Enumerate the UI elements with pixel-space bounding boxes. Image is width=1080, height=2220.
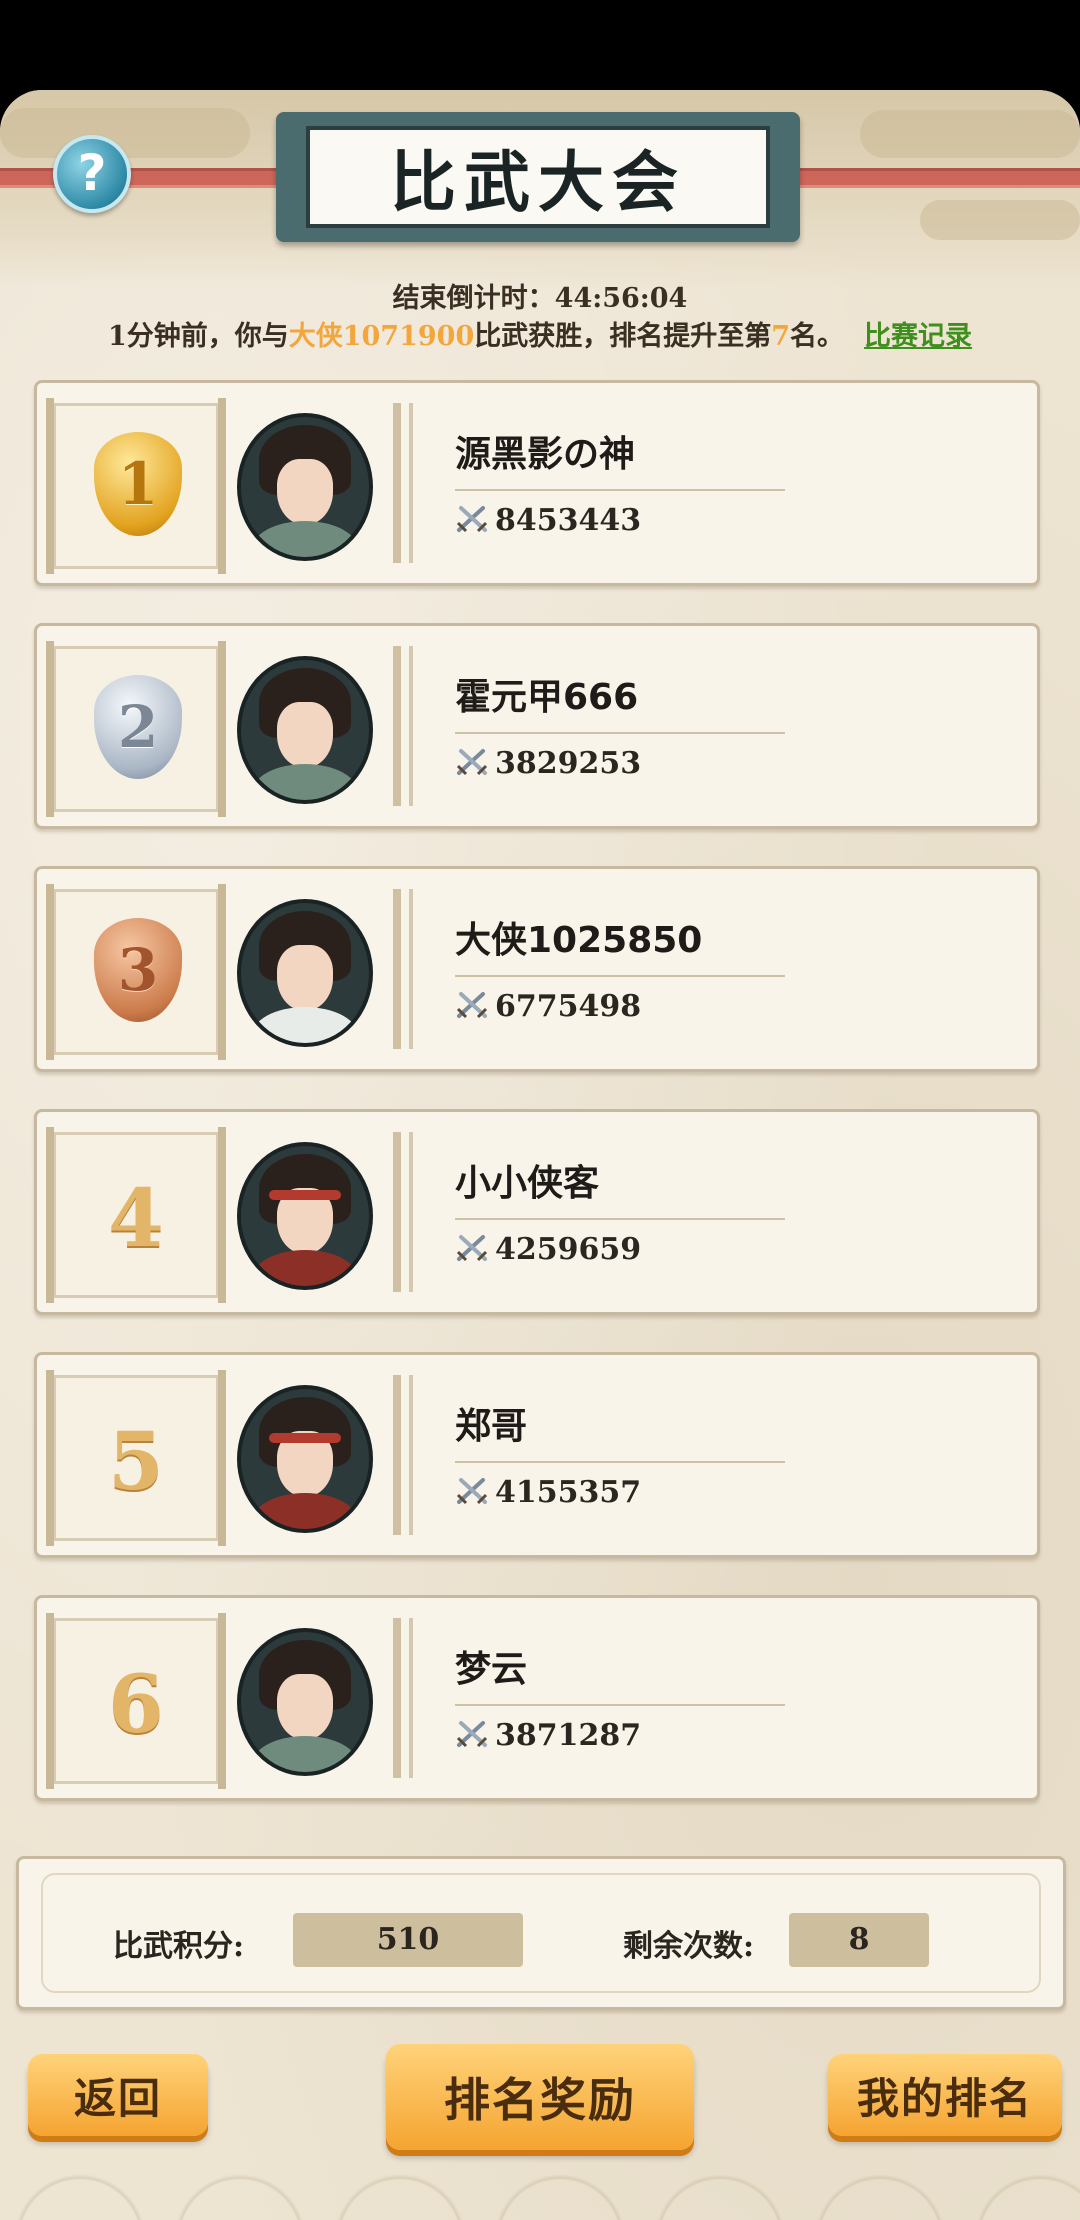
- player-name: 源黑影の神: [455, 434, 636, 475]
- rank-medal-icon: 2: [94, 675, 182, 779]
- player-avatar[interactable]: [237, 1142, 373, 1290]
- combat-power-value: 3829253: [495, 746, 642, 781]
- rank-frame: 6: [46, 1613, 226, 1789]
- cloud-decoration: [0, 108, 250, 158]
- rank-number: 6: [108, 1657, 164, 1751]
- msg-rank: 7: [771, 321, 791, 352]
- divider: [455, 1461, 785, 1463]
- msg-suffix: 名。: [790, 321, 845, 352]
- player-avatar[interactable]: [237, 1628, 373, 1776]
- title-plaque: 比武大会: [276, 112, 800, 242]
- player-row: 5 郑哥 4155357 比武: [34, 1352, 1040, 1558]
- combat-power-value: 6775498: [495, 989, 642, 1024]
- question-mark-icon[interactable]: ?: [53, 135, 131, 213]
- rank-number: 3: [117, 936, 159, 1004]
- rank-number: 4: [108, 1171, 164, 1265]
- combat-power: 4155357: [455, 1475, 641, 1510]
- player-avatar[interactable]: [237, 656, 373, 804]
- stats-bar: 比武积分: 510 剩余次数: 8: [16, 1856, 1066, 2010]
- player-info: 源黑影の神 8453443 比武: [393, 403, 1013, 563]
- points-label: 比武积分:: [113, 1929, 245, 1964]
- divider: [455, 732, 785, 734]
- crossed-swords-icon: [456, 749, 488, 776]
- player-avatar[interactable]: [237, 899, 373, 1047]
- points-value: 510: [293, 1913, 523, 1967]
- crossed-swords-icon: [456, 1235, 488, 1262]
- rank-medal-icon: 1: [94, 432, 182, 536]
- rank-frame: 5: [46, 1370, 226, 1546]
- player-name: 郑哥: [455, 1406, 528, 1447]
- remaining-label: 剩余次数:: [623, 1929, 755, 1964]
- rank-number: 1: [117, 450, 159, 518]
- divider: [455, 489, 785, 491]
- divider: [455, 975, 785, 977]
- msg-prefix: 1分钟前，你与: [107, 321, 289, 352]
- player-info: 大侠1025850 6775498 比武: [393, 889, 1013, 1049]
- player-avatar[interactable]: [237, 1385, 373, 1533]
- rank-number: 2: [117, 693, 159, 761]
- page-title: 比武大会: [390, 144, 686, 221]
- crossed-swords-icon: [456, 1721, 488, 1748]
- player-info: 郑哥 4155357 比武: [393, 1375, 1013, 1535]
- arena-panel: ? 比武大会 结束倒计时：44:56:04 1分钟前，你与大侠1071900比武…: [0, 90, 1080, 2220]
- my-rank-button[interactable]: 我的排名: [828, 2054, 1062, 2136]
- divider: [455, 1704, 785, 1706]
- cloud-decoration: [920, 200, 1080, 240]
- player-row: 2 霍元甲666 3829253 比武: [34, 623, 1040, 829]
- rank-number: 5: [108, 1414, 164, 1508]
- rank-rewards-button[interactable]: 排名奖励: [386, 2044, 694, 2150]
- player-info: 梦云 3871287 比武: [393, 1618, 1013, 1778]
- player-avatar[interactable]: [237, 413, 373, 561]
- player-info: 霍元甲666 3829253 比武: [393, 646, 1013, 806]
- match-record-link[interactable]: 比赛记录: [864, 321, 972, 352]
- msg-opponent: 大侠1071900: [288, 321, 475, 352]
- combat-power-value: 4259659: [495, 1232, 642, 1267]
- combat-power: 3871287: [455, 1718, 641, 1753]
- back-button[interactable]: 返回: [28, 2054, 208, 2136]
- rank-frame: 3: [46, 884, 226, 1060]
- player-row: 1 源黑影の神 8453443 比武: [34, 380, 1040, 586]
- rank-frame: 2: [46, 641, 226, 817]
- combat-power: 6775498: [455, 989, 641, 1024]
- cloud-decoration: [860, 110, 1080, 158]
- combat-power: 8453443: [455, 503, 641, 538]
- combat-power-value: 8453443: [495, 503, 642, 538]
- crossed-swords-icon: [456, 506, 488, 533]
- player-name: 大侠1025850: [455, 920, 703, 961]
- divider: [455, 1218, 785, 1220]
- player-name: 小小侠客: [455, 1163, 600, 1204]
- countdown-timer: 结束倒计时：44:56:04: [392, 283, 688, 314]
- msg-middle: 比武获胜，排名提升至第: [474, 321, 772, 352]
- combat-power-value: 4155357: [495, 1475, 642, 1510]
- crossed-swords-icon: [456, 1478, 488, 1505]
- player-row: 6 梦云 3871287 比武: [34, 1595, 1040, 1801]
- crossed-swords-icon: [456, 992, 488, 1019]
- combat-power: 4259659: [455, 1232, 641, 1267]
- remaining-value: 8: [789, 1913, 929, 1967]
- rank-frame: 4: [46, 1127, 226, 1303]
- player-row: 3 大侠1025850 6775498 比武: [34, 866, 1040, 1072]
- rank-frame: 1: [46, 398, 226, 574]
- player-row: 4 小小侠客 4259659 比武: [34, 1109, 1040, 1315]
- combat-power: 3829253: [455, 746, 641, 781]
- player-name: 霍元甲666: [455, 677, 639, 718]
- battle-result-message: 1分钟前，你与大侠1071900比武获胜，排名提升至第7名。 比赛记录: [0, 314, 1080, 353]
- player-info: 小小侠客 4259659 比武: [393, 1132, 1013, 1292]
- rank-medal-icon: 3: [94, 918, 182, 1022]
- player-name: 梦云: [455, 1649, 528, 1690]
- combat-power-value: 3871287: [495, 1718, 642, 1753]
